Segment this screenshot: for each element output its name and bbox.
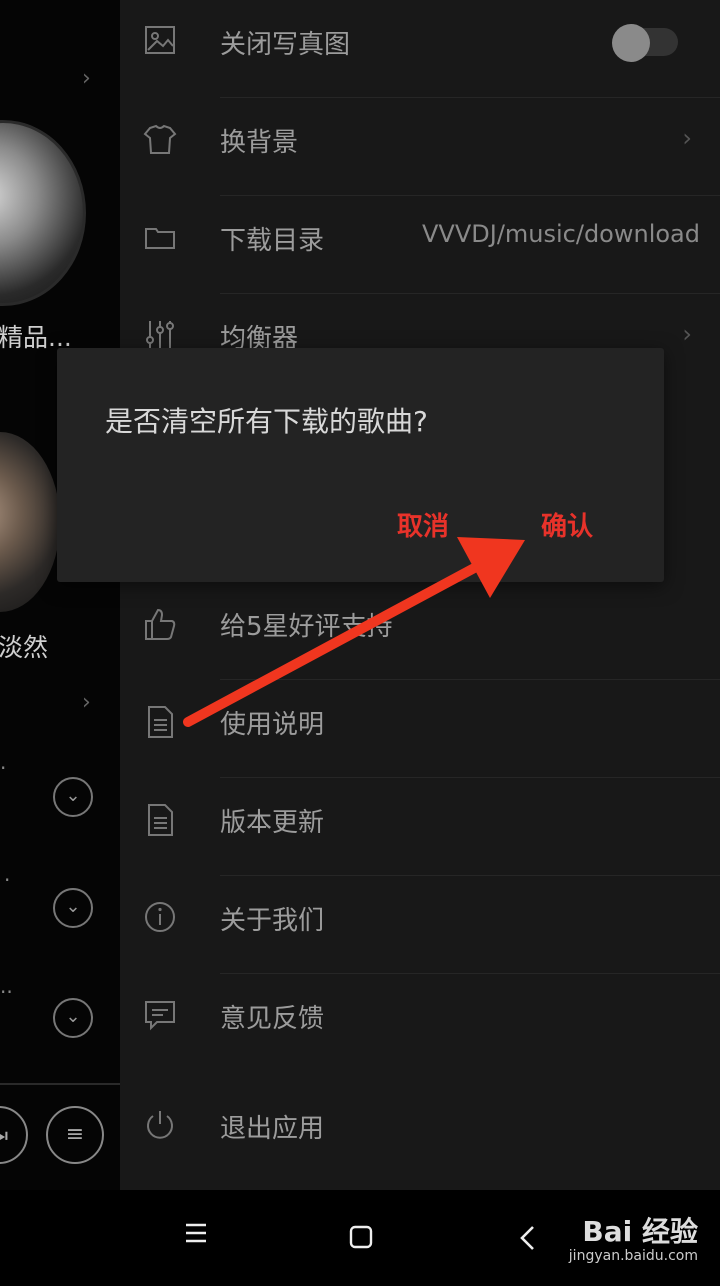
album-cover[interactable] bbox=[0, 120, 86, 306]
power-icon bbox=[142, 1108, 178, 1144]
image-icon bbox=[142, 24, 178, 60]
settings-drawer: 关闭写真图 换背景 › 下载目录 VVVDJ/music/download 均衡… bbox=[120, 0, 720, 1190]
close-photo-toggle[interactable] bbox=[612, 24, 678, 62]
menu-item-label: 下载目录 bbox=[220, 226, 325, 256]
menu-item-rate-5-stars[interactable]: 给5星好评支持 bbox=[120, 582, 720, 680]
info-icon bbox=[142, 900, 178, 936]
document-icon bbox=[142, 802, 178, 838]
next-track-icon[interactable]: ⏭ bbox=[0, 1106, 28, 1164]
chevron-down-icon[interactable]: ⌄ bbox=[53, 888, 93, 928]
chevron-right-icon: › bbox=[682, 320, 692, 348]
menu-item-label: 关闭写真图 bbox=[220, 30, 351, 60]
tshirt-icon bbox=[142, 122, 178, 158]
menu-item-label: 使用说明 bbox=[220, 710, 325, 740]
more-dots: · bbox=[4, 868, 11, 892]
menu-item-label: 关于我们 bbox=[220, 906, 325, 936]
menu-item-instructions[interactable]: 使用说明 bbox=[120, 680, 720, 778]
watermark-subtitle: jingyan.baidu.com bbox=[568, 1248, 698, 1264]
chevron-right-icon[interactable]: › bbox=[82, 690, 91, 715]
album-caption: 淡然 bbox=[0, 633, 49, 662]
menu-item-change-background[interactable]: 换背景 › bbox=[120, 98, 720, 196]
baidu-jingyan-watermark: Bai 经验 jingyan.baidu.com bbox=[569, 1210, 698, 1264]
chevron-down-icon[interactable]: ⌄ bbox=[53, 777, 93, 817]
clear-downloads-dialog: 是否清空所有下载的歌曲? 取消 确认 bbox=[57, 348, 664, 582]
message-icon bbox=[142, 998, 178, 1034]
menu-item-about-us[interactable]: 关于我们 bbox=[120, 876, 720, 974]
more-dots: ·· bbox=[0, 980, 13, 1004]
menu-item-label: 给5星好评支持 bbox=[220, 612, 393, 642]
chevron-right-icon: › bbox=[682, 124, 692, 152]
menu-icon[interactable] bbox=[182, 1220, 210, 1248]
album-cover[interactable] bbox=[0, 432, 60, 612]
menu-item-version-update[interactable]: 版本更新 bbox=[120, 778, 720, 876]
menu-item-feedback[interactable]: 意见反馈 bbox=[120, 974, 720, 1072]
playlist-icon[interactable]: ≡ bbox=[46, 1106, 104, 1164]
watermark-title: Bai 经验 bbox=[582, 1215, 698, 1248]
back-icon[interactable] bbox=[516, 1224, 538, 1252]
folder-icon bbox=[142, 220, 178, 256]
home-icon[interactable] bbox=[347, 1224, 375, 1252]
chevron-right-icon[interactable]: › bbox=[82, 66, 91, 91]
menu-item-close-photo[interactable]: 关闭写真图 bbox=[120, 0, 720, 98]
document-icon bbox=[142, 704, 178, 740]
more-dots: · bbox=[0, 756, 7, 780]
menu-item-exit-app[interactable]: 退出应用 bbox=[120, 1084, 720, 1182]
divider bbox=[0, 1083, 120, 1085]
chevron-down-icon[interactable]: ⌄ bbox=[53, 998, 93, 1038]
confirm-button[interactable]: 确认 bbox=[541, 506, 593, 543]
menu-item-label: 换背景 bbox=[220, 128, 299, 158]
toggle-knob bbox=[612, 24, 650, 62]
dialog-message: 是否清空所有下载的歌曲? bbox=[105, 405, 428, 438]
cancel-button[interactable]: 取消 bbox=[397, 506, 449, 543]
menu-item-label: 意见反馈 bbox=[220, 1004, 325, 1034]
menu-item-label: 版本更新 bbox=[220, 808, 325, 838]
system-nav-bar: Bai 经验 jingyan.baidu.com bbox=[0, 1190, 720, 1286]
background-panel: › 精品... 淡然 › · ⌄ · ⌄ ·· ⌄ ⏭ ≡ bbox=[0, 0, 120, 1190]
menu-item-label: 退出应用 bbox=[220, 1114, 325, 1144]
menu-item-download-dir[interactable]: 下载目录 VVVDJ/music/download bbox=[120, 196, 720, 294]
download-dir-value: VVVDJ/music/download bbox=[422, 220, 700, 248]
thumbs-up-icon bbox=[142, 606, 178, 642]
